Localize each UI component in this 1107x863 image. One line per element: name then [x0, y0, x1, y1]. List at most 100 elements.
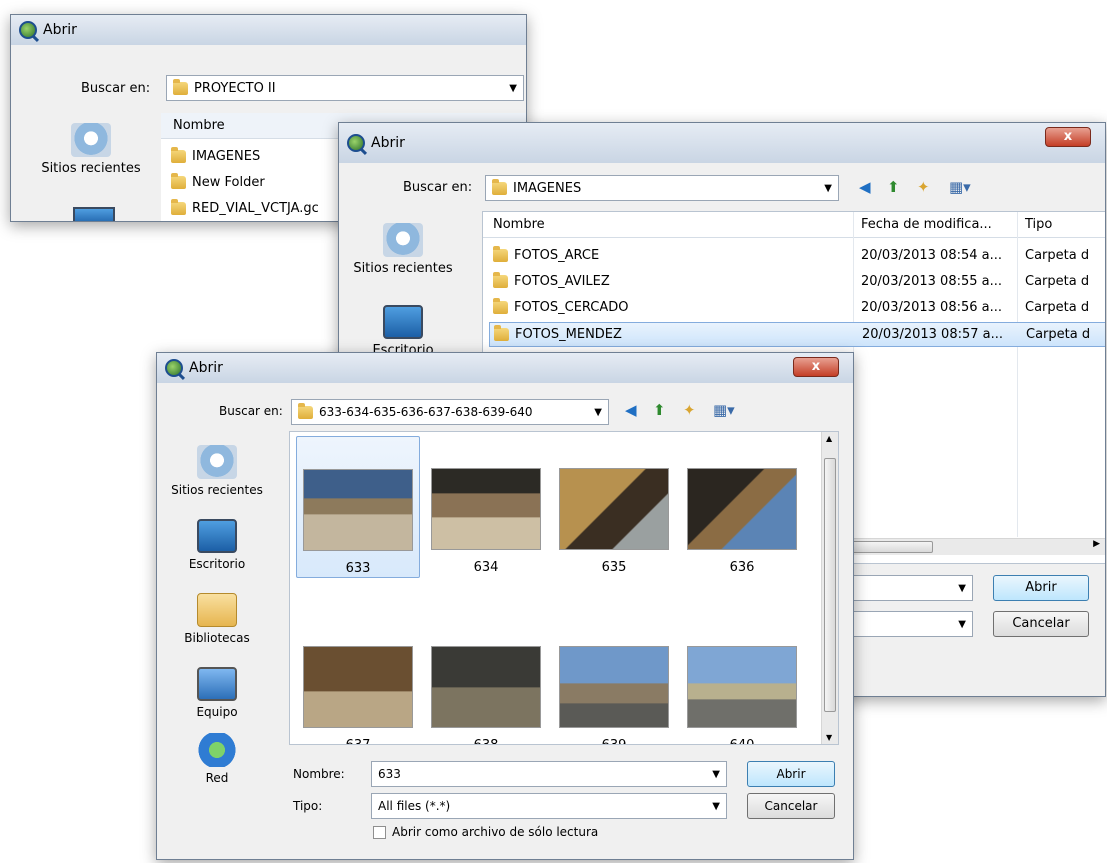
- open-dialog-photos: Abrir x Buscar en: 633-634-635-636-637-6…: [156, 352, 854, 860]
- item-name: IMAGENES: [192, 149, 261, 164]
- back-icon[interactable]: ◀: [625, 401, 637, 419]
- readonly-checkbox[interactable]: Abrir como archivo de sólo lectura: [373, 825, 598, 839]
- folder-icon: [171, 173, 186, 189]
- place-desktop[interactable]: Escritorio: [157, 519, 277, 572]
- folder-icon: [494, 325, 509, 341]
- thumbnail-item[interactable]: 638: [424, 646, 548, 744]
- look-in-value: 633-634-635-636-637-638-639-640: [319, 405, 533, 419]
- place-label: Bibliotecas: [184, 631, 250, 645]
- place-recent[interactable]: Sitios recientes: [157, 445, 277, 498]
- thumbnail-item[interactable]: 639: [552, 646, 676, 744]
- open-button[interactable]: Abrir: [993, 575, 1089, 601]
- folder-icon: [173, 78, 188, 95]
- thumbnail-item[interactable]: 633: [296, 436, 420, 578]
- new-folder-icon[interactable]: ✦: [917, 178, 930, 196]
- vertical-scrollbar[interactable]: ▲ ▼: [821, 432, 838, 744]
- folder-icon: [298, 402, 313, 419]
- place-desktop[interactable]: Escritorio: [343, 305, 463, 358]
- title-bar[interactable]: Abrir x: [157, 353, 853, 383]
- chevron-down-icon: ▼: [712, 769, 720, 780]
- table-row[interactable]: FOTOS_CERCADO 20/03/2013 08:56 a... Carpet…: [483, 296, 1105, 321]
- folder-icon: [171, 147, 186, 163]
- table-row-selected[interactable]: FOTOS_MENDEZ 20/03/2013 08:57 a... Carpeta…: [489, 322, 1105, 347]
- chevron-down-icon: ▼: [958, 619, 966, 630]
- thumbnail-item[interactable]: 635: [552, 468, 676, 575]
- row-type: Carpeta d: [1025, 274, 1090, 289]
- row-date: 20/03/2013 08:55 a...: [861, 274, 1003, 289]
- window-title: Abrir: [43, 22, 77, 38]
- thumbnail-item[interactable]: 634: [424, 468, 548, 575]
- file-name-label: Nombre:: [293, 767, 345, 781]
- back-icon[interactable]: ◀: [859, 178, 871, 196]
- scroll-down-icon[interactable]: ▼: [826, 733, 832, 742]
- place-libraries[interactable]: Bibliotecas: [157, 593, 277, 646]
- window-title: Abrir: [371, 135, 405, 151]
- scroll-right-icon[interactable]: ▶: [1093, 539, 1100, 549]
- photo-thumbnail: [559, 646, 669, 728]
- desktop-icon: [383, 305, 423, 339]
- thumbnail-label: 634: [473, 560, 499, 575]
- look-in-select[interactable]: IMAGENES ▼: [485, 175, 839, 201]
- open-button[interactable]: Abrir: [747, 761, 835, 787]
- title-bar[interactable]: Abrir: [11, 15, 526, 45]
- place-label: Red: [205, 771, 229, 785]
- place-network[interactable]: Red: [157, 733, 277, 786]
- window-title: Abrir: [189, 360, 223, 376]
- thumbnail-item[interactable]: 637: [296, 646, 420, 744]
- photo-thumbnail: [559, 468, 669, 550]
- look-in-select[interactable]: PROYECTO II ▼: [166, 75, 524, 101]
- place-recent[interactable]: Sitios recientes: [31, 123, 151, 176]
- app-icon: [165, 359, 183, 377]
- view-menu-icon[interactable]: ▦▾: [949, 178, 971, 196]
- thumbnail-item[interactable]: 636: [680, 468, 804, 575]
- col-name[interactable]: Nombre: [173, 118, 225, 133]
- place-label: Sitios recientes: [353, 261, 453, 276]
- photo-thumbnail: [431, 646, 541, 728]
- photo-thumbnail: [303, 469, 413, 551]
- row-type: Carpeta d: [1025, 300, 1090, 315]
- col-type[interactable]: Tipo: [1025, 217, 1052, 232]
- file-type-select[interactable]: All files (*.*) ▼: [371, 793, 727, 819]
- col-date[interactable]: Fecha de modifica...: [861, 217, 992, 232]
- up-folder-icon[interactable]: ⬆: [653, 401, 666, 419]
- table-row[interactable]: FOTOS_ARCE 20/03/2013 08:54 a... Carpeta d: [483, 244, 1105, 269]
- folder-icon: [492, 178, 507, 195]
- col-name[interactable]: Nombre: [493, 217, 545, 232]
- place-recent[interactable]: Sitios recientes: [343, 223, 463, 276]
- cancel-button[interactable]: Cancelar: [993, 611, 1089, 637]
- up-folder-icon[interactable]: ⬆: [887, 178, 900, 196]
- file-type-select[interactable]: ▼: [849, 611, 973, 637]
- list-header: Nombre Fecha de modifica... Tipo: [483, 212, 1105, 238]
- row-name: FOTOS_MENDEZ: [515, 327, 622, 342]
- close-button[interactable]: x: [793, 357, 839, 377]
- look-in-value: PROYECTO II: [194, 80, 276, 96]
- photo-thumbnail: [687, 468, 797, 550]
- chevron-down-icon: ▼: [594, 407, 602, 418]
- thumbnail-label: 638: [424, 738, 548, 744]
- cancel-button[interactable]: Cancelar: [747, 793, 835, 819]
- row-date: 20/03/2013 08:54 a...: [861, 248, 1003, 263]
- thumbnail-view[interactable]: 633 634 635 636 637 638 639 640: [289, 431, 839, 745]
- file-name-input[interactable]: 633 ▼: [371, 761, 727, 787]
- place-computer[interactable]: Equipo: [157, 667, 277, 720]
- desktop-icon: [73, 207, 115, 221]
- folder-icon: [171, 199, 186, 215]
- photo-thumbnail: [687, 646, 797, 728]
- file-type-value: All files (*.*): [378, 799, 451, 813]
- close-button[interactable]: x: [1045, 127, 1091, 147]
- title-bar[interactable]: Abrir x: [339, 123, 1105, 163]
- thumbnail-label: 636: [729, 560, 755, 575]
- place-label: Escritorio: [188, 557, 246, 571]
- file-name-input[interactable]: ▼: [849, 575, 973, 601]
- look-in-select[interactable]: 633-634-635-636-637-638-639-640 ▼: [291, 399, 609, 425]
- scroll-thumb[interactable]: [824, 458, 836, 712]
- libraries-icon: [197, 593, 237, 627]
- app-icon: [347, 134, 365, 152]
- thumbnail-item[interactable]: 640: [680, 646, 804, 744]
- view-menu-icon[interactable]: ▦▾: [713, 401, 735, 419]
- scroll-up-icon[interactable]: ▲: [826, 434, 832, 443]
- new-folder-icon[interactable]: ✦: [683, 401, 696, 419]
- table-row[interactable]: FOTOS_AVILEZ 20/03/2013 08:55 a... Carpeta…: [483, 270, 1105, 295]
- checkbox-box[interactable]: [373, 825, 386, 839]
- scroll-thumb[interactable]: [843, 541, 933, 553]
